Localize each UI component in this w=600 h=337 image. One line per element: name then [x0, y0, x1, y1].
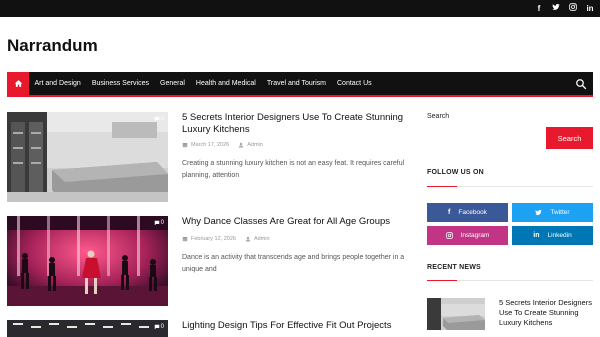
post-title[interactable]: 5 Secrets Interior Designers Use To Crea… — [182, 112, 412, 136]
instagram-follow-button[interactable]: Instagram — [427, 226, 508, 245]
comment-count-badge: 0 — [154, 324, 164, 330]
top-bar: f in — [0, 0, 600, 17]
nav-items: Art and Design Business Services General… — [29, 80, 377, 87]
linkedin-follow-button[interactable]: in Linkedin — [512, 226, 593, 245]
linkedin-icon[interactable]: in — [586, 3, 594, 14]
dance-image — [7, 216, 168, 306]
nav-item-business-services[interactable]: Business Services — [86, 80, 154, 87]
main-nav: Art and Design Business Services General… — [7, 72, 593, 97]
comment-icon — [154, 116, 159, 122]
instagram-icon[interactable] — [569, 3, 577, 14]
instagram-icon — [445, 232, 453, 239]
post-excerpt: Dance is an activity that transcends age… — [182, 254, 405, 273]
post-author[interactable]: Admin — [254, 236, 270, 242]
recent-post-title[interactable]: 5 Secrets Interior Designers Use To Crea… — [499, 298, 595, 328]
site-title[interactable]: Narrandum — [7, 36, 98, 56]
home-icon — [14, 80, 22, 87]
nav-item-health-and-medical[interactable]: Health and Medical — [190, 80, 261, 87]
nav-item-general[interactable]: General — [155, 80, 191, 87]
nav-item-travel-and-tourism[interactable]: Travel and Tourism — [261, 80, 331, 87]
nav-item-contact-us[interactable]: Contact Us — [332, 80, 378, 87]
post-meta: February 12, 2026 Admin — [182, 236, 270, 242]
linkedin-icon: in — [533, 232, 540, 239]
post-thumbnail-lighting[interactable]: 0 — [7, 320, 168, 337]
kitchen-image — [427, 298, 485, 330]
widget-divider — [427, 280, 593, 281]
search-input[interactable] — [427, 127, 546, 149]
post-title[interactable]: Lighting Design Tips For Effective Fit O… — [182, 320, 412, 332]
search-button[interactable]: Search — [546, 127, 593, 149]
follow-us-title: FOLLOW US ON — [427, 169, 484, 176]
post-thumbnail-dance[interactable]: 0 — [7, 216, 168, 306]
facebook-icon: f — [448, 209, 451, 216]
post-thumbnail-kitchen[interactable]: 0 — [7, 112, 168, 202]
calendar-icon — [182, 143, 188, 148]
recent-news-title: RECENT NEWS — [427, 264, 481, 271]
post-excerpt: Creating a stunning luxury kitchen is no… — [182, 160, 405, 179]
kitchen-image — [7, 112, 168, 202]
post-title[interactable]: Why Dance Classes Are Great for All Age … — [182, 216, 412, 228]
user-icon — [238, 142, 244, 148]
search-widget-label: Search — [427, 113, 450, 120]
facebook-follow-button[interactable]: f Facebook — [427, 203, 508, 222]
twitter-follow-button[interactable]: Twitter — [512, 203, 593, 222]
comment-count-badge: 0 — [154, 116, 164, 122]
user-icon — [245, 236, 251, 242]
comment-icon — [154, 220, 159, 226]
lighting-image — [7, 320, 168, 337]
post-date: March 17, 2026 — [191, 142, 230, 148]
top-social-links: f in — [535, 3, 594, 14]
twitter-icon — [535, 209, 543, 216]
widget-divider — [427, 186, 593, 187]
nav-item-art-and-design[interactable]: Art and Design — [29, 80, 86, 87]
recent-post-thumbnail[interactable] — [427, 298, 485, 330]
post-meta: March 17, 2026 Admin — [182, 142, 263, 148]
facebook-icon[interactable]: f — [535, 3, 543, 14]
comment-icon — [154, 324, 159, 330]
post-date: February 12, 2026 — [191, 236, 236, 242]
comment-count-badge: 0 — [154, 220, 164, 226]
calendar-icon — [182, 237, 188, 242]
post-author[interactable]: Admin — [247, 142, 263, 148]
search-icon[interactable] — [575, 78, 587, 90]
home-button[interactable] — [7, 72, 29, 95]
twitter-icon[interactable] — [552, 3, 560, 14]
